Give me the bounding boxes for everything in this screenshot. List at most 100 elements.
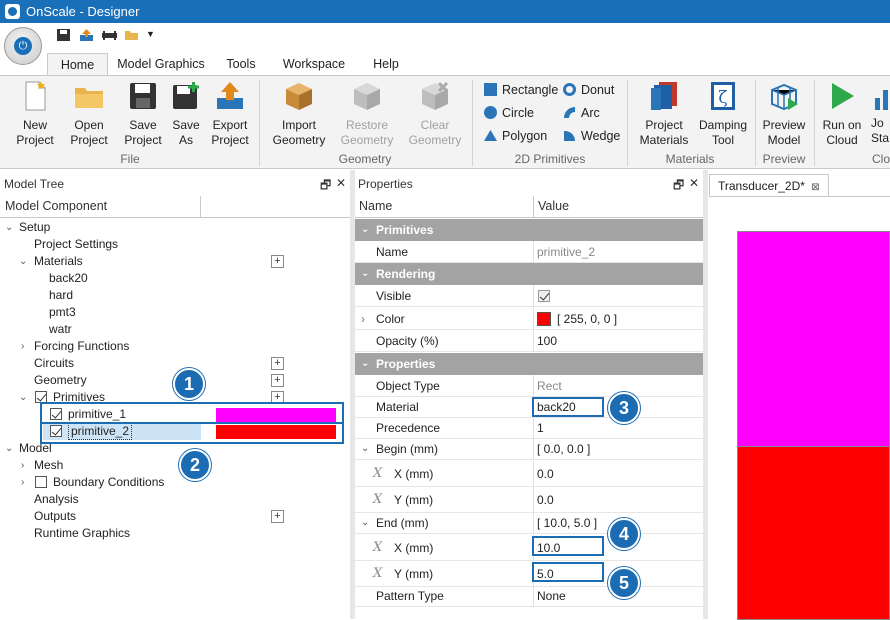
prop-row-begin-x[interactable]: X X (mm) 0.0	[355, 461, 703, 487]
tree-item-circuits[interactable]: Circuits	[34, 355, 74, 372]
ruler-icon[interactable]	[102, 28, 117, 42]
prop-precedence-value[interactable]: 1	[537, 417, 544, 439]
prop-row-precedence[interactable]: Precedence 1	[355, 417, 703, 439]
prop-row-visible[interactable]: Visible	[355, 285, 703, 307]
arc-button[interactable]: Arc	[563, 106, 600, 120]
tree-item-geometry[interactable]: Geometry	[34, 372, 87, 389]
damping-tool-button[interactable]: ζ Damping Tool	[695, 80, 751, 148]
tree-item-material-pmt3[interactable]: pmt3	[49, 304, 76, 321]
section-rendering[interactable]: ⌄ Rendering	[355, 263, 703, 285]
save-as-button[interactable]: Save As	[168, 80, 204, 148]
viewport-tab[interactable]: Transducer_2D* ⊠	[709, 174, 829, 197]
tree-item-outputs[interactable]: Outputs	[34, 508, 76, 525]
model-tree-close-icon[interactable]: ✕	[336, 176, 346, 190]
tab-workspace[interactable]: Workspace	[278, 53, 350, 76]
run-on-cloud-button[interactable]: Run on Cloud	[817, 80, 867, 148]
prop-row-object-type[interactable]: Object Type Rect	[355, 375, 703, 397]
arc-label: Arc	[581, 106, 600, 120]
chevron-right-icon[interactable]: ›	[361, 308, 365, 330]
prop-visible-label: Visible	[376, 289, 412, 303]
close-tab-icon[interactable]: ⊠	[811, 182, 819, 193]
app-logo-icon	[5, 4, 20, 19]
chevron-down-icon[interactable]: ⌄	[5, 219, 15, 236]
application-menu-button[interactable]: ⏻	[4, 27, 42, 65]
wedge-button[interactable]: Wedge	[563, 129, 620, 143]
prop-begin-x-value[interactable]: 0.0	[537, 461, 554, 487]
properties-close-icon[interactable]: ✕	[689, 176, 699, 190]
tree-item-runtime-graphics[interactable]: Runtime Graphics	[34, 525, 130, 542]
visible-checkbox[interactable]	[538, 290, 550, 302]
chevron-right-icon[interactable]: ›	[21, 457, 31, 474]
export-icon[interactable]	[79, 28, 94, 42]
section-primitives[interactable]: ⌄ Primitives	[355, 219, 703, 241]
prop-pattern-type-value[interactable]: None	[537, 585, 566, 607]
chevron-down-icon[interactable]: ⌄	[19, 389, 29, 406]
clear-geometry-button[interactable]: Clear Geometry	[405, 80, 465, 148]
tree-item-material-hard[interactable]: hard	[49, 287, 73, 304]
open-folder-icon[interactable]	[124, 28, 139, 42]
import-geometry-button[interactable]: Import Geometry	[270, 80, 328, 148]
tab-home[interactable]: Home	[47, 53, 108, 76]
tree-item-mesh[interactable]: Mesh	[34, 457, 63, 474]
prop-begin-y-value[interactable]: 0.0	[537, 487, 554, 513]
prop-row-begin[interactable]: ⌄ Begin (mm) [ 0.0, 0.0 ]	[355, 438, 703, 460]
preview-model-button[interactable]: Preview Model	[758, 80, 810, 148]
customize-dropdown-icon[interactable]: ▼	[146, 29, 155, 39]
tree-item-boundary-conditions[interactable]: Boundary Conditions	[53, 474, 164, 491]
job-status-button[interactable]: Jo Sta	[871, 80, 890, 146]
save-project-button[interactable]: Save Project	[118, 80, 168, 148]
polygon-button[interactable]: Polygon	[484, 129, 547, 143]
model-tree-float-icon[interactable]: 🗗	[320, 176, 331, 197]
viewport-canvas[interactable]	[709, 196, 890, 620]
add-output-button[interactable]: +	[271, 510, 284, 523]
chevron-down-icon[interactable]: ⌄	[361, 438, 369, 460]
tree-item-material-watr[interactable]: watr	[49, 321, 72, 338]
column-divider	[533, 285, 534, 306]
color-swatch[interactable]	[537, 312, 551, 326]
prop-end-x-label: X (mm)	[394, 541, 434, 555]
tree-item-setup[interactable]: Setup	[19, 219, 50, 236]
prop-row-end-x[interactable]: XX (mm) 10.0	[355, 535, 703, 561]
rectangle-button[interactable]: Rectangle	[484, 83, 558, 97]
add-circuit-button[interactable]: +	[271, 357, 284, 370]
chevron-right-icon[interactable]: ›	[21, 338, 31, 355]
prop-row-name[interactable]: Name primitive_2	[355, 241, 703, 263]
chevron-down-icon[interactable]: ⌄	[361, 512, 369, 534]
tree-item-analysis[interactable]: Analysis	[34, 491, 79, 508]
open-project-button[interactable]: Open Project	[64, 80, 114, 148]
tab-help[interactable]: Help	[365, 53, 407, 76]
donut-button[interactable]: Donut	[563, 83, 614, 97]
new-project-button[interactable]: New Project	[10, 80, 60, 148]
boundary-conditions-checkbox[interactable]	[35, 476, 47, 488]
section-properties[interactable]: ⌄ Properties	[355, 353, 703, 375]
restore-geometry-button[interactable]: Restore Geometry	[337, 80, 397, 148]
rectangle-primitive-2[interactable]	[737, 447, 890, 620]
chevron-down-icon[interactable]: ⌄	[19, 253, 29, 270]
tree-item-materials[interactable]: Materials	[34, 253, 83, 270]
circle-button[interactable]: Circle	[484, 106, 534, 120]
tab-tools[interactable]: Tools	[220, 53, 262, 76]
prop-row-begin-y[interactable]: X Y (mm) 0.0	[355, 487, 703, 513]
rectangle-primitive-1[interactable]	[737, 231, 890, 447]
chevron-down-icon[interactable]: ⌄	[5, 440, 15, 457]
prop-begin-label: Begin (mm)	[376, 442, 439, 456]
prop-row-color[interactable]: › Color [ 255, 0, 0 ]	[355, 308, 703, 330]
properties-float-icon[interactable]: 🗗	[673, 176, 684, 197]
project-materials-button[interactable]: Project Materials	[636, 80, 692, 148]
save-icon[interactable]	[56, 28, 71, 42]
add-material-button[interactable]: +	[271, 255, 284, 268]
prop-row-material[interactable]: Material back20	[355, 396, 703, 418]
pane-splitter[interactable]	[703, 170, 708, 619]
tree-item-project-settings[interactable]: Project Settings	[34, 236, 118, 253]
tab-model-graphics[interactable]: Model Graphics	[113, 53, 209, 76]
prop-row-end-y[interactable]: XY (mm) 5.0	[355, 561, 703, 587]
tree-item-material-back20[interactable]: back20	[49, 270, 88, 287]
tree-item-forcing-functions[interactable]: Forcing Functions	[34, 338, 129, 355]
add-geometry-button[interactable]: +	[271, 374, 284, 387]
prop-row-end[interactable]: ⌄ End (mm) [ 10.0, 5.0 ]	[355, 512, 703, 534]
chevron-right-icon[interactable]: ›	[21, 474, 31, 491]
prop-row-pattern-type[interactable]: Pattern Type None	[355, 585, 703, 607]
prop-row-opacity[interactable]: Opacity (%) 100	[355, 330, 703, 352]
folder-icon	[75, 88, 103, 108]
export-project-button[interactable]: Export Project	[205, 80, 255, 148]
